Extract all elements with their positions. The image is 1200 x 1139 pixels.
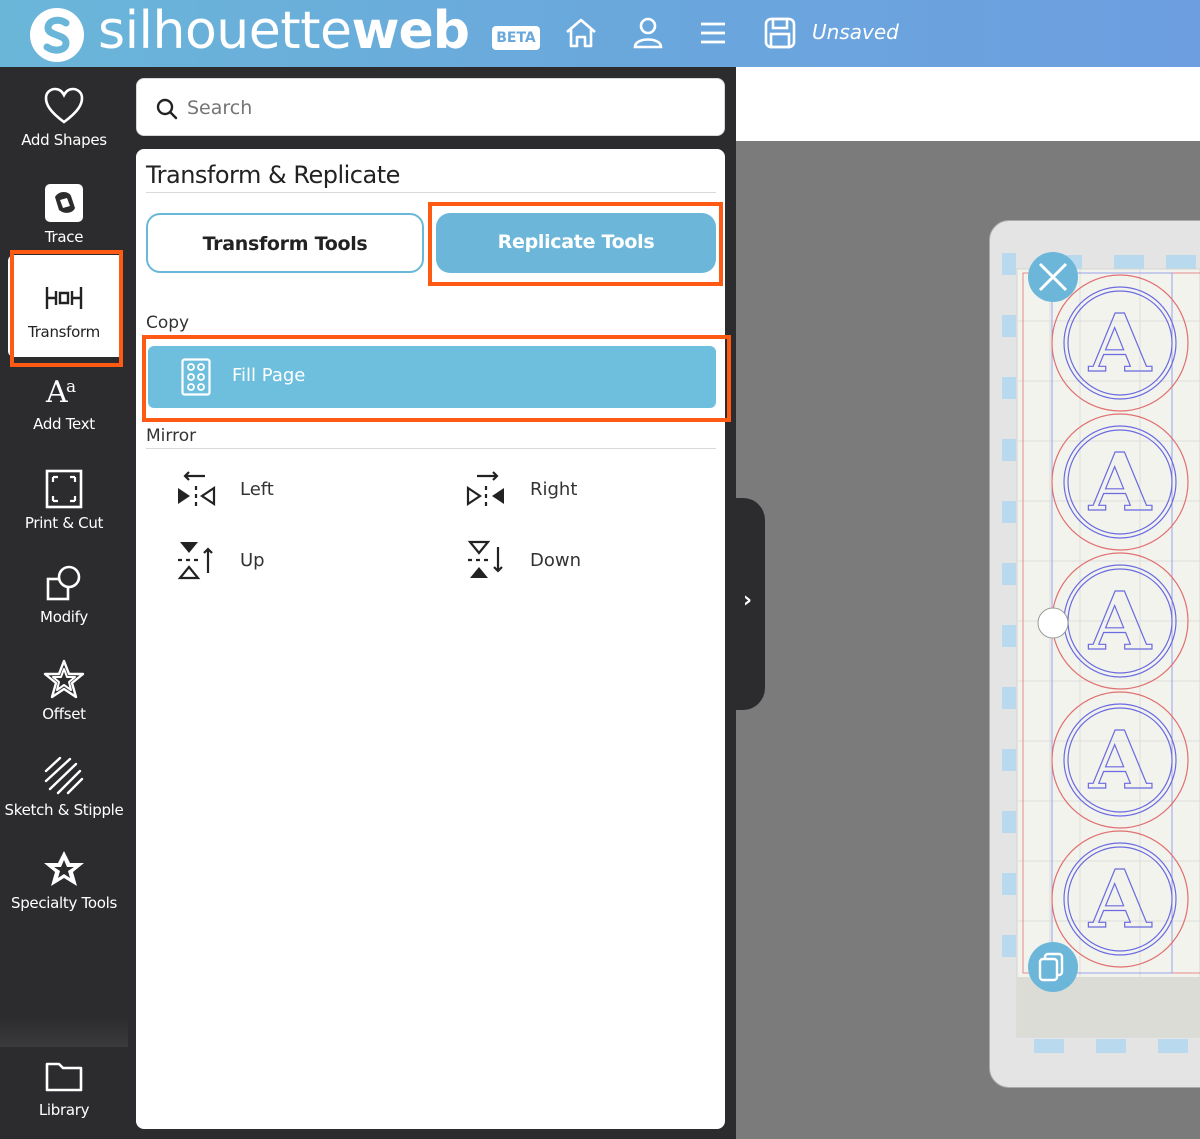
sidebar-item-label: Add Text (33, 415, 95, 433)
mirror-left-label: Left (240, 478, 274, 500)
transform-icon (0, 275, 128, 321)
transform-replicate-panel: Transform & Replicate Transform Tools Re… (136, 149, 731, 1129)
sidebar-item-add-text[interactable]: Aa Add Text (0, 367, 128, 433)
sidebar-item-label: Add Shapes (21, 131, 107, 149)
sidebar-item-label: Transform (28, 323, 100, 341)
sidebar-item-label: Modify (40, 608, 88, 626)
divider (146, 448, 716, 449)
mirror-right-icon (464, 467, 508, 511)
tab-transform-tools[interactable]: Transform Tools (146, 213, 424, 273)
top-bar: silhouetteweb BETA Unsaved (0, 0, 1200, 67)
sidebar-item-sketch-stipple[interactable]: Sketch & Stipple (0, 753, 128, 819)
sidebar-item-print-cut[interactable]: Print & Cut (0, 466, 128, 532)
silhouette-logo-icon (30, 8, 84, 62)
mirror-right-label: Right (530, 478, 578, 500)
sidebar-item-trace[interactable]: Trace (0, 180, 128, 246)
sidebar-item-offset[interactable]: Offset (0, 657, 128, 723)
sidebar-item-label: Library (38, 1101, 90, 1119)
mat-design-area: AAAAA (1002, 252, 1200, 1053)
sidebar-item-label: Sketch & Stipple (4, 801, 124, 819)
home-icon[interactable] (562, 14, 600, 52)
mirror-right-button[interactable]: Right (464, 467, 577, 511)
mirror-heading: Mirror (146, 426, 197, 446)
replicate-highlight-box (428, 202, 723, 286)
duplicate-icon[interactable] (1028, 942, 1078, 992)
mirror-down-button[interactable]: Down (464, 538, 581, 582)
sidebar-item-add-shapes[interactable]: Add Shapes (0, 83, 128, 149)
beta-badge: BETA (492, 26, 540, 50)
resize-handle[interactable] (1037, 607, 1069, 639)
star-badge-icon (0, 846, 128, 892)
mirror-up-button[interactable]: Up (174, 538, 265, 582)
offset-icon (0, 657, 128, 703)
mirror-left-icon (174, 467, 218, 511)
sidebar-item-transform[interactable]: Transform (0, 275, 128, 341)
collapse-panel-button[interactable]: › (735, 498, 765, 710)
user-icon[interactable] (629, 14, 667, 52)
search-input[interactable] (187, 93, 687, 123)
app-logo-text: silhouetteweb (98, 1, 470, 61)
sidebar-item-label: Offset (42, 705, 86, 723)
fill-page-highlight-box (142, 335, 731, 422)
folder-icon (0, 1053, 128, 1099)
mirror-down-icon (464, 538, 508, 582)
modify-icon (0, 560, 128, 606)
mirror-left-button[interactable]: Left (174, 467, 274, 511)
sidebar-item-label: Specialty Tools (10, 894, 118, 912)
search-icon (156, 98, 178, 120)
sidebar-item-specialty-tools[interactable]: Specialty Tools (0, 846, 128, 912)
mirror-down-label: Down (530, 549, 582, 571)
sketch-icon (0, 753, 128, 799)
sidebar-divider (0, 1017, 128, 1047)
save-status: Unsaved (812, 20, 899, 44)
svg-text:a: a (66, 377, 76, 397)
panel-title: Transform & Replicate (146, 161, 400, 189)
heart-icon (0, 83, 128, 129)
sidebar-item-modify[interactable]: Modify (0, 560, 128, 626)
save-icon[interactable] (761, 14, 799, 52)
mirror-up-label: Up (240, 549, 265, 571)
sidebar-item-label: Trace (44, 228, 84, 246)
print-cut-icon (0, 466, 128, 512)
canvas-toolbar-area (736, 67, 1200, 141)
medallion-letter: A (1088, 852, 1152, 946)
medallion-letter: A (1088, 296, 1152, 390)
mirror-up-icon (174, 538, 218, 582)
trace-icon (0, 180, 128, 226)
delete-selection-icon[interactable] (1028, 252, 1078, 302)
medallion-letter: A (1088, 435, 1152, 529)
sidebar-item-label: Print & Cut (24, 514, 104, 532)
medallion-letter: A (1088, 574, 1152, 668)
chevron-right-icon: › (743, 588, 753, 613)
divider (146, 192, 716, 193)
search-box[interactable] (136, 78, 725, 136)
text-icon: Aa (0, 367, 128, 413)
svg-text:A: A (45, 375, 68, 410)
sidebar-item-library[interactable]: Library (0, 1053, 128, 1119)
medallion-letter: A (1088, 713, 1152, 807)
copy-heading: Copy (146, 313, 190, 333)
menu-icon[interactable] (694, 14, 732, 52)
